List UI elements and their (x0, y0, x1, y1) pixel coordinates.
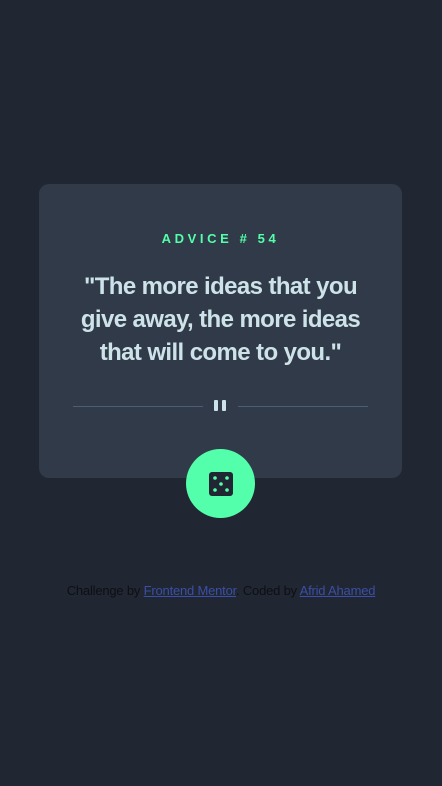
advice-quote: "The more ideas that you give away, the … (80, 273, 361, 366)
dice-icon (208, 471, 233, 496)
pause-icon (213, 400, 227, 412)
frontend-mentor-link[interactable]: Frontend Mentor (144, 583, 237, 598)
attribution-coded-text: . Coded by (236, 583, 297, 598)
attribution-challenge-text: Challenge by (66, 583, 141, 598)
advice-card: ADVICE # 54 "The more ideas that you giv… (39, 184, 402, 478)
new-advice-button[interactable] (186, 449, 255, 518)
attribution: Challenge by Frontend Mentor. Coded by A… (0, 583, 442, 599)
divider-line-left (73, 406, 203, 407)
pattern-divider (73, 400, 368, 412)
pause-bar-right (222, 400, 226, 411)
advice-id: ADVICE # 54 (161, 231, 280, 246)
divider-line-right (238, 406, 368, 407)
pause-bar-left (214, 400, 218, 411)
author-link[interactable]: Afrid Ahamed (300, 583, 376, 598)
